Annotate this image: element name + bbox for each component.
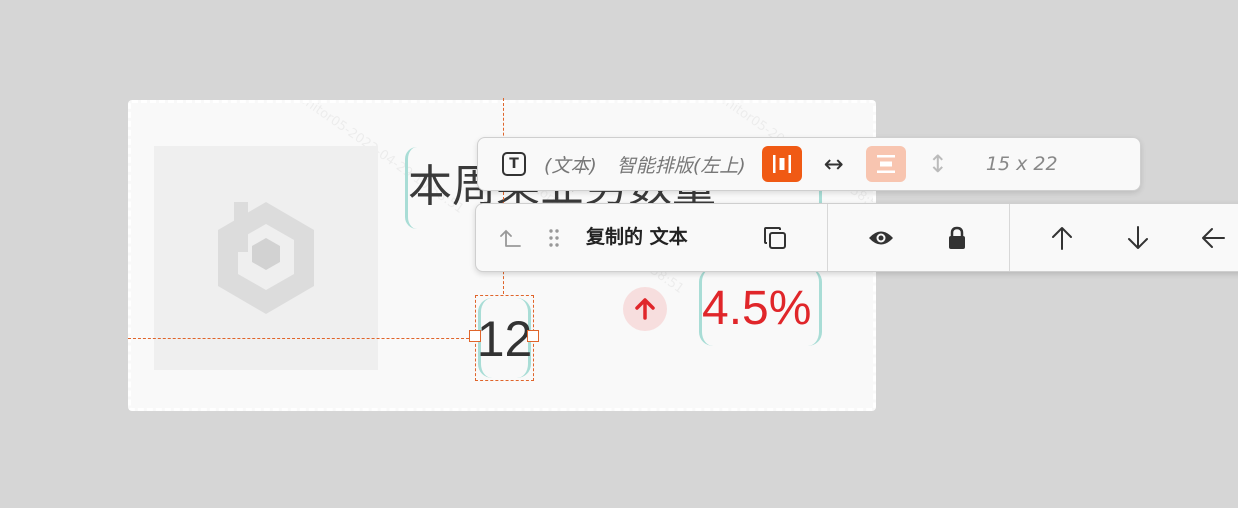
move-left-button[interactable]	[1198, 204, 1228, 271]
return-up-icon	[500, 229, 521, 247]
toolbar-separator	[1009, 204, 1010, 271]
selection-box[interactable]	[475, 295, 534, 381]
align-horizontal-button[interactable]	[761, 146, 802, 182]
copy-icon	[764, 226, 786, 249]
vertical-stretch-icon[interactable]: ↕	[928, 150, 948, 178]
align-horizontal-icon	[772, 155, 791, 173]
layout-mode-label: 智能排版(左上)	[616, 154, 746, 177]
align-vertical-icon	[876, 155, 895, 173]
resize-handle-right[interactable]	[527, 330, 539, 342]
element-action-toolbar: 复制的 文本	[475, 203, 1238, 272]
image-placeholder	[154, 146, 378, 370]
eye-icon	[869, 231, 893, 244]
element-size: 15 x 22	[985, 153, 1058, 175]
element-info-toolbar: T (文本) 智能排版(左上) ↔ ↕ 15 x 22	[477, 137, 1141, 191]
drag-handle[interactable]	[544, 204, 564, 271]
drag-handle-icon	[549, 228, 559, 247]
text-type-icon: T	[502, 152, 526, 176]
arrow-up-icon	[1052, 226, 1072, 250]
percent-value[interactable]: 4.5%	[702, 278, 811, 340]
move-down-button[interactable]	[1124, 204, 1152, 271]
lock-icon	[949, 226, 965, 249]
arrow-left-icon	[1202, 227, 1225, 248]
visibility-toggle[interactable]	[866, 204, 896, 271]
trend-badge	[623, 287, 667, 331]
align-vertical-button[interactable]	[865, 146, 906, 182]
toolbar-separator	[827, 204, 828, 271]
element-type-label: (文本)	[544, 154, 597, 177]
select-parent-button[interactable]	[496, 204, 524, 271]
horizontal-guide	[128, 338, 474, 339]
move-up-button[interactable]	[1048, 204, 1076, 271]
resize-handle-left[interactable]	[469, 330, 481, 342]
horizontal-stretch-icon[interactable]: ↔	[824, 150, 844, 178]
arrow-up-icon	[635, 298, 655, 320]
logo-hexagon-icon	[218, 202, 314, 314]
copy-button[interactable]	[759, 204, 791, 271]
arrow-down-icon	[1128, 225, 1148, 249]
layer-name: 复制的 文本	[586, 226, 688, 248]
lock-toggle[interactable]	[944, 204, 970, 271]
